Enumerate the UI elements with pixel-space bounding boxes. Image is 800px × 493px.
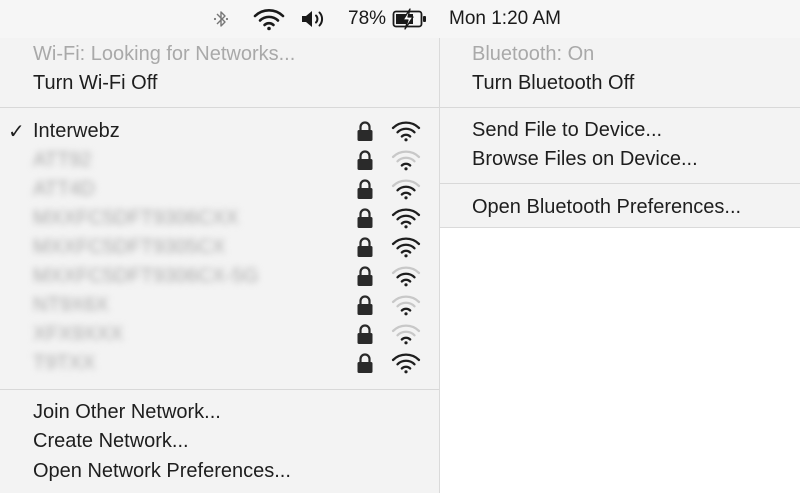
volume-icon[interactable] [300,0,328,38]
wifi-signal-icon [391,208,421,229]
wifi-icon[interactable] [252,0,286,38]
network-name: ATT4D [33,178,95,200]
menu-bar: 78% Mon 1:20 AM [0,0,800,38]
create-network-item[interactable]: Create Network... [0,427,439,456]
lock-icon [357,353,373,373]
browse-files-item[interactable]: Browse Files on Device... [440,145,800,174]
wifi-signal-icon [391,237,421,258]
lock-icon [357,150,373,170]
wifi-menu: Wi-Fi: Looking for Networks... Turn Wi-F… [0,38,440,493]
join-other-network-item[interactable]: Join Other Network... [0,398,439,427]
wifi-signal-icon [391,150,421,171]
network-name: Interwebz [33,120,120,142]
lock-icon [357,237,373,257]
clock[interactable]: Mon 1:20 AM [449,0,561,38]
wifi-network-item[interactable]: MXXFC5DFT9306CX-5G [0,262,439,291]
wifi-signal-icon [391,353,421,374]
menu-separator [440,183,800,184]
network-name: MXXFC5DFT9306CXX [33,207,239,229]
wifi-network-item[interactable]: ATT4D [0,175,439,204]
wifi-signal-icon [391,295,421,316]
menu-separator [0,389,439,390]
lock-icon [357,121,373,141]
bluetooth-menu: Bluetooth: On Turn Bluetooth Off Send Fi… [440,38,800,228]
lock-icon [357,266,373,286]
menu-separator [440,107,800,108]
wifi-network-item[interactable]: NT9X6X [0,291,439,320]
wifi-network-item[interactable]: T9TXX [0,349,439,378]
wifi-status: Wi-Fi: Looking for Networks... [33,43,296,65]
wifi-signal-icon [391,179,421,200]
lock-icon [357,179,373,199]
network-name: MXXFC5DFT9305CX [33,236,226,258]
checkmark-icon: ✓ [8,121,25,143]
battery-percent: 78% [348,8,387,29]
bluetooth-icon[interactable] [213,0,229,38]
wifi-signal-icon [391,266,421,287]
lock-icon [357,295,373,315]
wifi-network-item[interactable]: MXXFC5DFT9306CXX [0,204,439,233]
lock-icon [357,324,373,344]
open-network-preferences-item[interactable]: Open Network Preferences... [0,457,439,486]
network-name: XFX9XXX [33,323,124,345]
menu-separator [0,107,439,108]
send-file-item[interactable]: Send File to Device... [440,116,800,145]
wifi-network-item[interactable]: MXXFC5DFT9305CX [0,233,439,262]
wifi-signal-icon [391,324,421,345]
open-bluetooth-preferences-item[interactable]: Open Bluetooth Preferences... [440,193,800,222]
bluetooth-status: Bluetooth: On [472,43,595,65]
wifi-network-item[interactable]: ✓ Interwebz [0,117,439,146]
network-name: NT9X6X [33,294,109,316]
battery-charging-icon[interactable] [392,0,428,38]
network-name: ATT92 [33,149,92,171]
wifi-network-item[interactable]: XFX9XXX [0,320,439,349]
wifi-signal-icon [391,121,421,142]
network-name: T9TXX [33,352,96,374]
lock-icon [357,208,373,228]
turn-wifi-off-item[interactable]: Turn Wi-Fi Off [0,69,439,98]
wifi-network-item[interactable]: ATT92 [0,146,439,175]
turn-bluetooth-off-item[interactable]: Turn Bluetooth Off [440,69,800,98]
network-name: MXXFC5DFT9306CX-5G [33,265,259,287]
